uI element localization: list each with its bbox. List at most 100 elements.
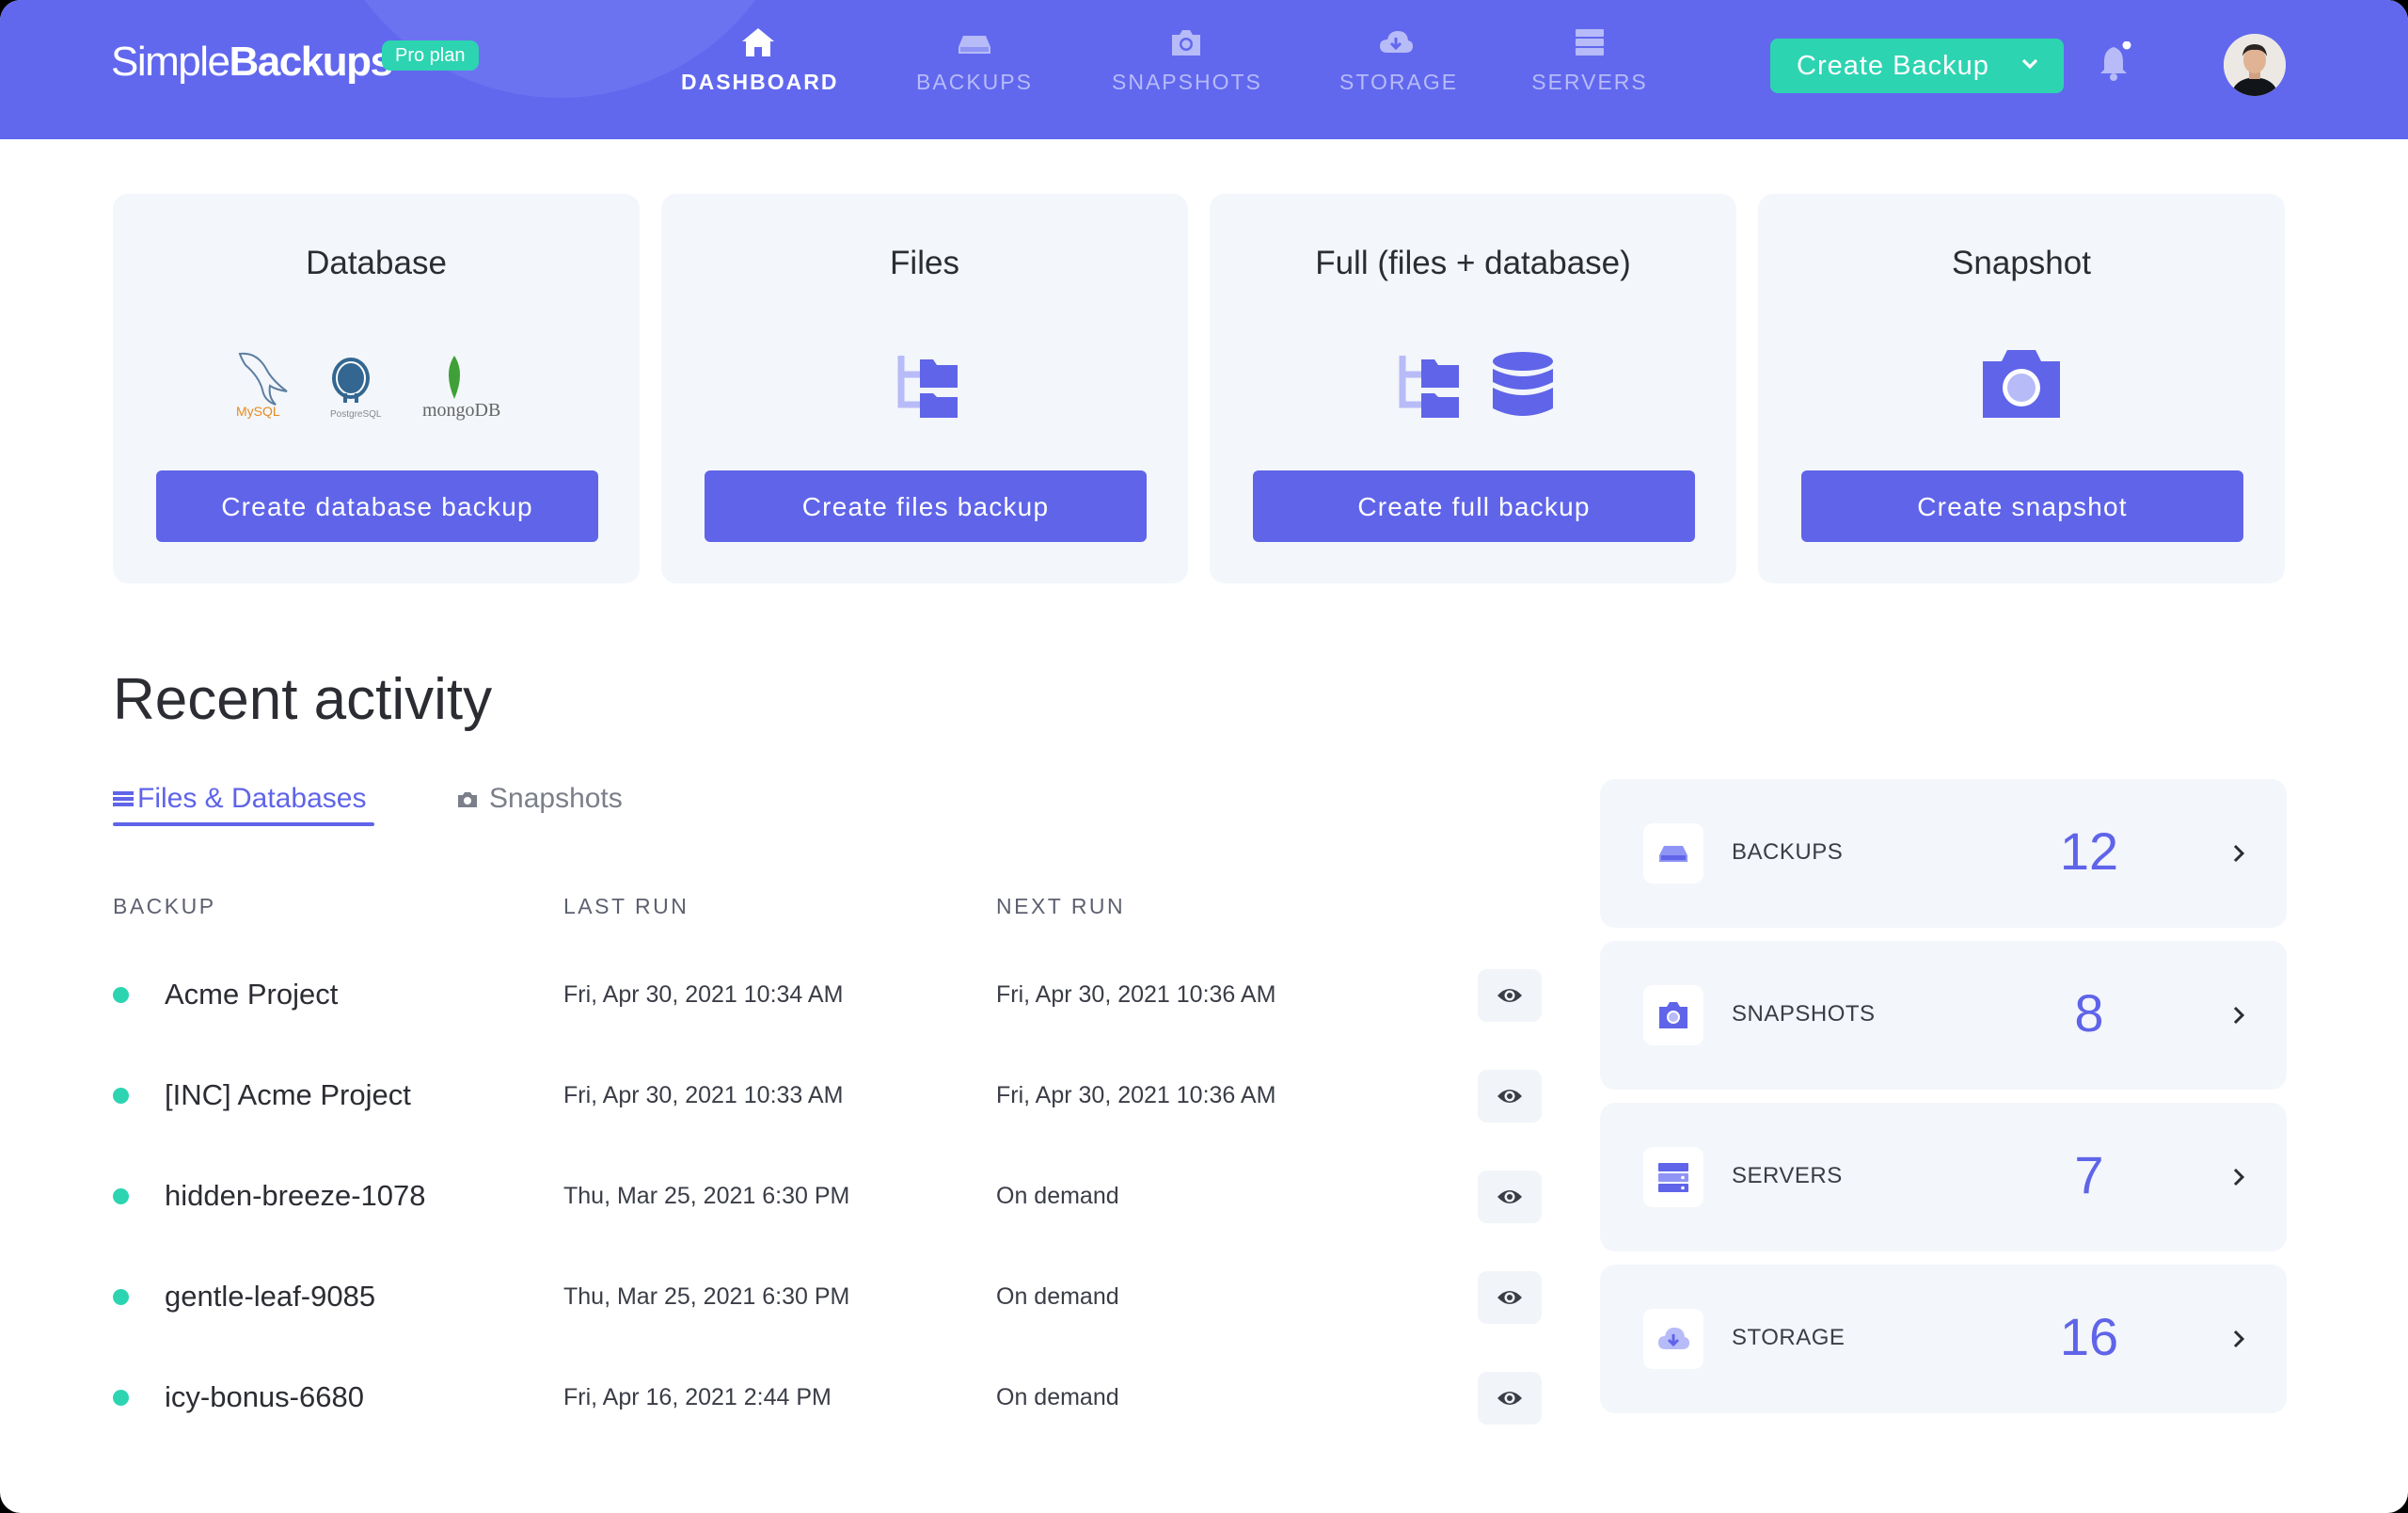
create-snapshot-button[interactable]: Create snapshot (1801, 470, 2243, 542)
column-header-last-run: LAST RUN (563, 894, 689, 918)
folder-tree-database-icon (1399, 352, 1553, 418)
tab-files-databases[interactable]: Files & Databases (113, 783, 366, 820)
plan-badge: Pro plan (382, 40, 479, 71)
nav-storage[interactable]: STORAGE (1339, 24, 1459, 100)
snapshot-illustration (1758, 341, 2285, 425)
nav-snapshots-label: SNAPSHOTS (1112, 70, 1262, 94)
drive-icon (1659, 846, 1687, 862)
mysql-logo-text: MySQL (236, 404, 280, 419)
stat-icon-box (1643, 823, 1703, 884)
mongodb-logo-icon: mongoDB (422, 356, 500, 421)
user-avatar[interactable] (2224, 34, 2286, 96)
stat-backups[interactable]: BACKUPS 12 (1600, 779, 2287, 928)
view-backup-button[interactable] (1478, 1171, 1542, 1223)
drive-icon (958, 36, 990, 54)
logo-text-simple: Simple (111, 39, 230, 85)
next-run: On demand (996, 1283, 1119, 1310)
card-snapshot: Snapshot Create snapshot (1758, 194, 2285, 583)
last-run: Thu, Mar 25, 2021 6:30 PM (563, 1283, 850, 1310)
next-run: Fri, Apr 30, 2021 10:36 AM (996, 981, 1276, 1008)
status-dot (113, 1088, 129, 1104)
card-title: Snapshot (1952, 245, 2091, 281)
avatar-icon (2224, 34, 2286, 96)
nav-dashboard[interactable]: DASHBOARD (681, 24, 837, 100)
mysql-logo-icon: MySQL (236, 352, 288, 419)
nav-servers[interactable]: SERVERS (1531, 24, 1648, 100)
card-title: Files (890, 245, 959, 281)
tab-files-databases-label: Files & Databases (137, 783, 367, 814)
server-icon (1658, 1163, 1688, 1192)
nav-snapshots[interactable]: SNAPSHOTS (1112, 24, 1260, 100)
backup-name[interactable]: Acme Project (165, 978, 338, 1011)
chevron-down-icon (2021, 58, 2038, 70)
tab-snapshots[interactable]: Snapshots (457, 783, 623, 820)
logo-text-backups: Backups (229, 39, 393, 85)
nav-storage-label: STORAGE (1339, 70, 1459, 94)
last-run: Fri, Apr 30, 2021 10:33 AM (563, 1082, 844, 1108)
next-run: On demand (996, 1183, 1119, 1209)
stat-value: 8 (2074, 983, 2104, 1043)
stat-icon-box (1643, 985, 1703, 1045)
view-backup-button[interactable] (1478, 1070, 1542, 1123)
database-icon (1493, 352, 1553, 416)
create-backup-dropdown-button[interactable]: Create Backup (1770, 39, 2064, 93)
stat-label: SNAPSHOTS (1732, 1001, 1876, 1027)
top-navbar: SimpleBackups Pro plan DASHBOARD BACKUPS (0, 0, 2408, 139)
backup-name[interactable]: [INC] Acme Project (165, 1078, 411, 1112)
chevron-right-icon (2233, 1168, 2245, 1187)
postgresql-logo-icon: PostgreSQL (330, 358, 382, 420)
nav-backups-label: BACKUPS (916, 70, 1033, 94)
nav-servers-label: SERVERS (1531, 70, 1648, 94)
column-header-backup: BACKUP (113, 894, 216, 918)
stat-storage[interactable]: STORAGE 16 (1600, 1265, 2287, 1413)
create-full-backup-button[interactable]: Create full backup (1253, 470, 1695, 542)
card-title: Database (306, 245, 447, 281)
card-title: Full (files + database) (1315, 245, 1631, 281)
nav-backups[interactable]: BACKUPS (916, 24, 1033, 100)
card-files: Files Create files backup (661, 194, 1188, 583)
eye-icon (1497, 1190, 1522, 1203)
view-backup-button[interactable] (1478, 1271, 1542, 1324)
cloud-download-icon (1658, 1328, 1689, 1349)
last-run: Fri, Apr 30, 2021 10:34 AM (563, 981, 844, 1008)
list-icon (113, 791, 134, 806)
status-dot (113, 1289, 129, 1305)
eye-icon (1497, 1291, 1522, 1304)
camera-icon (1659, 1002, 1687, 1028)
stat-icon-box (1643, 1147, 1703, 1207)
chevron-right-icon (2233, 844, 2245, 863)
eye-icon (1497, 1090, 1522, 1103)
active-tab-indicator (113, 822, 374, 826)
last-run: Thu, Mar 25, 2021 6:30 PM (563, 1183, 850, 1209)
stat-value: 16 (2059, 1307, 2119, 1366)
logo[interactable]: SimpleBackups (111, 38, 393, 87)
camera-icon (1172, 30, 1200, 56)
home-icon (742, 28, 774, 56)
status-dot (113, 987, 129, 1003)
backup-name[interactable]: hidden-breeze-1078 (165, 1179, 426, 1213)
full-illustration (1210, 341, 1736, 425)
mongodb-logo-text: mongoDB (422, 400, 500, 421)
create-database-backup-button[interactable]: Create database backup (156, 470, 598, 542)
recent-activity-title: Recent activity (113, 667, 493, 732)
create-files-backup-button[interactable]: Create files backup (705, 470, 1147, 542)
card-database: Database MySQL PostgreSQL mongoDB Create… (113, 194, 640, 583)
chevron-right-icon (2233, 1330, 2245, 1348)
next-run: Fri, Apr 30, 2021 10:36 AM (996, 1082, 1276, 1108)
view-backup-button[interactable] (1478, 969, 1542, 1022)
camera-icon (458, 792, 477, 807)
stat-snapshots[interactable]: SNAPSHOTS 8 (1600, 941, 2287, 1090)
camera-icon (1983, 350, 2060, 418)
stat-label: BACKUPS (1732, 839, 1844, 865)
status-dot (113, 1390, 129, 1406)
column-header-next-run: NEXT RUN (996, 894, 1126, 918)
stat-servers[interactable]: SERVERS 7 (1600, 1103, 2287, 1251)
stat-label: SERVERS (1732, 1163, 1843, 1188)
files-illustration (661, 341, 1188, 425)
database-engine-logos: MySQL PostgreSQL mongoDB (113, 341, 640, 425)
backup-name[interactable]: icy-bonus-6680 (165, 1380, 364, 1414)
app-window: SimpleBackups Pro plan DASHBOARD BACKUPS (0, 0, 2408, 1513)
view-backup-button[interactable] (1478, 1372, 1542, 1425)
backup-name[interactable]: gentle-leaf-9085 (165, 1280, 375, 1314)
bell-icon[interactable] (2099, 41, 2132, 83)
